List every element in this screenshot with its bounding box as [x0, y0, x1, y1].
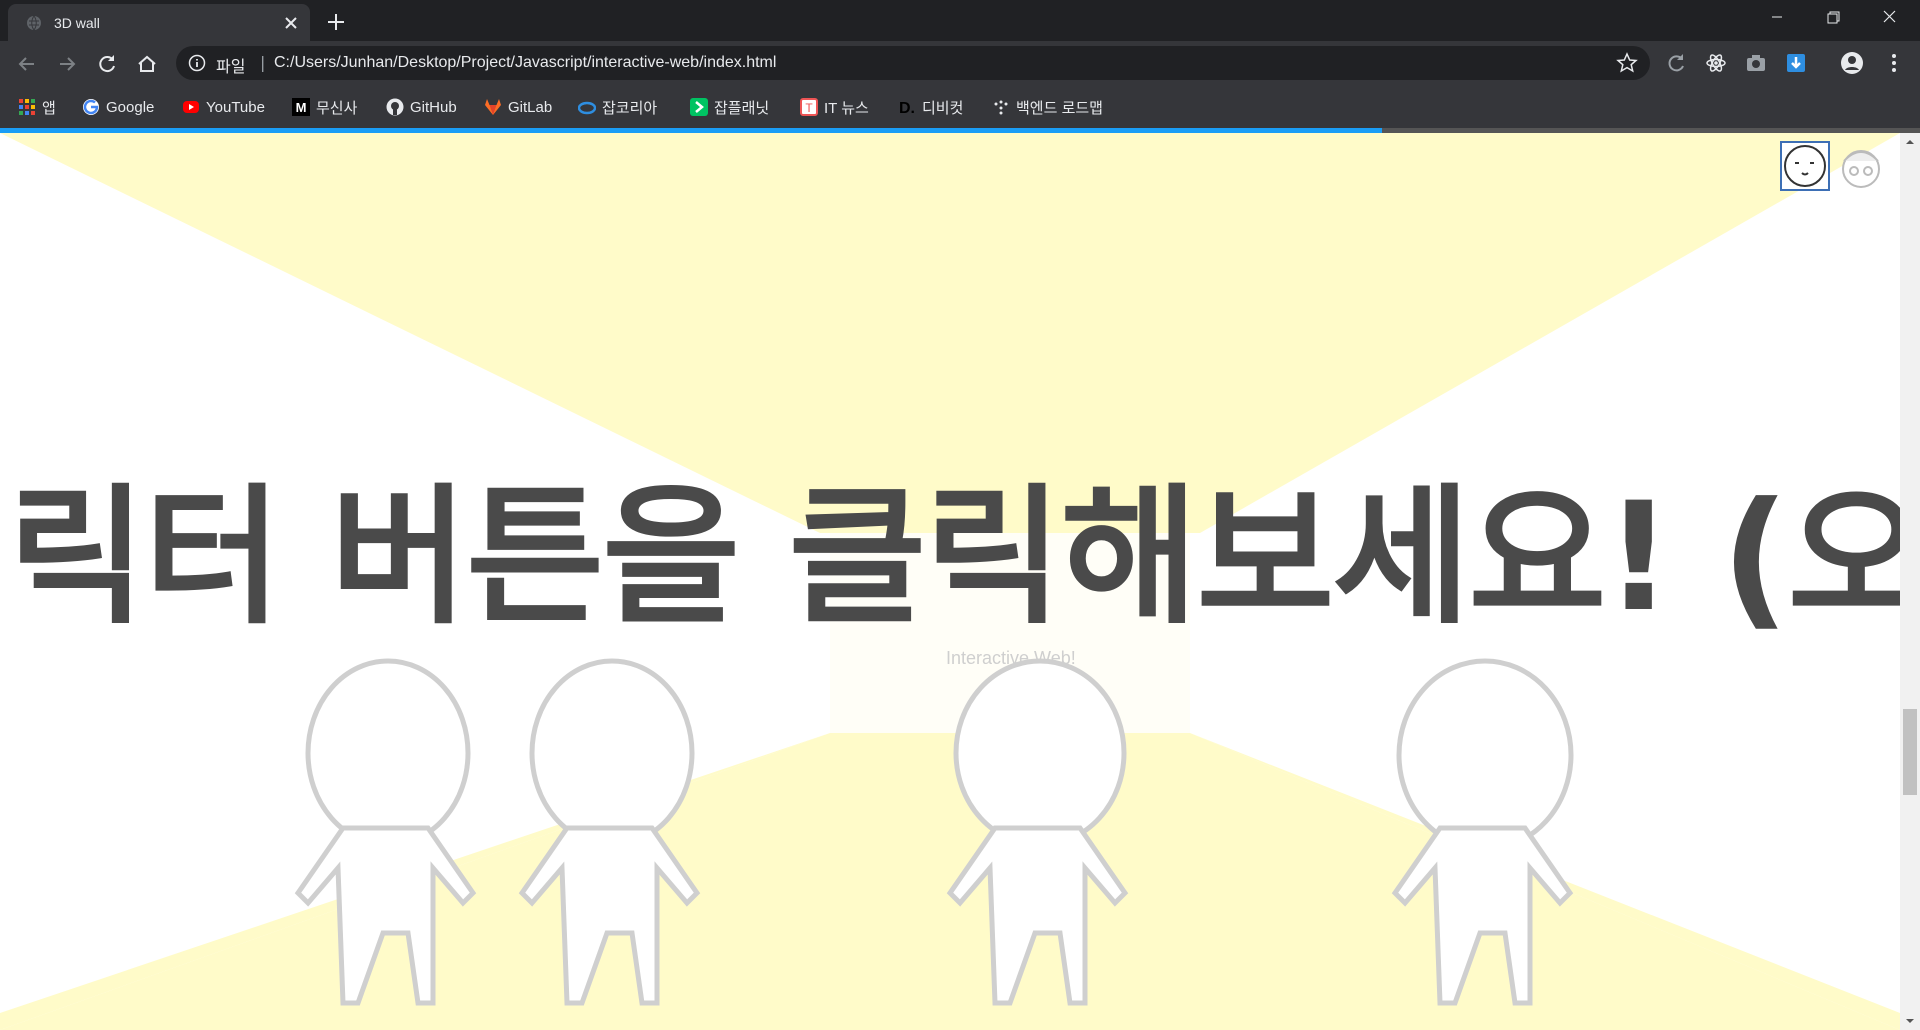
character-face-icon	[1784, 145, 1826, 187]
reload-icon[interactable]	[94, 51, 120, 77]
svg-text:D.: D.	[899, 100, 915, 116]
profile-icon[interactable]	[1840, 51, 1864, 75]
bookmark-musinsa[interactable]: M 무신사	[292, 95, 357, 119]
google-icon	[83, 99, 99, 115]
react-devtools-icon[interactable]	[1704, 51, 1728, 75]
scroll-up-icon[interactable]	[1900, 135, 1920, 149]
jobplanet-icon	[690, 98, 708, 116]
bookmark-star-icon[interactable]	[1616, 52, 1638, 74]
refresh-extension-icon[interactable]	[1664, 51, 1688, 75]
youtube-icon	[183, 101, 199, 113]
page-viewport: Interactive Web! 릭터 버튼을 클릭해보세요! (오른쪽	[0, 133, 1900, 1030]
bookmark-label: GitHub	[410, 98, 457, 116]
tab-3d-wall[interactable]: 3D wall	[8, 4, 310, 41]
tab-title: 3D wall	[54, 15, 100, 31]
bookmark-label: 백엔드 로드맵	[1016, 99, 1103, 117]
bookmark-youtube[interactable]: YouTube	[182, 95, 265, 119]
bookmark-roadmap[interactable]: 백엔드 로드맵	[992, 95, 1103, 119]
bookmark-label: 무신사	[316, 99, 358, 117]
apps-grid-icon	[19, 99, 35, 115]
minimize-icon[interactable]	[1754, 0, 1800, 34]
character-figure-3[interactable]	[946, 658, 1129, 1006]
bookmark-label: Google	[106, 98, 155, 116]
address-bar[interactable]: 파일 | C:/Users/Junhan/Desktop/Project/Jav…	[176, 46, 1650, 80]
bookmark-it-news[interactable]: T IT 뉴스	[800, 95, 869, 119]
menu-icon[interactable]	[1882, 51, 1906, 75]
camera-icon[interactable]	[1744, 51, 1768, 75]
download-icon[interactable]	[1784, 51, 1808, 75]
separator: |	[260, 53, 266, 72]
page-scrollbar[interactable]	[1900, 133, 1920, 1030]
bookmark-label: 잡플래닛	[714, 99, 770, 117]
new-tab-icon[interactable]	[324, 10, 348, 34]
gitlab-icon	[485, 99, 501, 115]
character-hat-face-icon	[1842, 150, 1880, 188]
info-icon[interactable]	[188, 54, 206, 72]
bookmark-gitlab[interactable]: GitLab	[484, 95, 552, 119]
character-select-button-2[interactable]	[1836, 141, 1886, 191]
github-icon	[386, 98, 404, 116]
bookmark-label: 앱	[42, 99, 56, 117]
bookmark-apps[interactable]: 앱	[18, 95, 56, 119]
home-icon[interactable]	[134, 51, 160, 77]
browser-toolbar: 파일 | C:/Users/Junhan/Desktop/Project/Jav…	[0, 41, 1920, 86]
dbcut-icon: D.	[899, 100, 915, 116]
close-tab-icon[interactable]	[280, 12, 302, 34]
tab-strip: 3D wall	[0, 0, 1920, 41]
bookmark-github[interactable]: GitHub	[386, 95, 457, 119]
bookmark-label: 디비컷	[922, 99, 964, 117]
bookmark-label: YouTube	[206, 98, 265, 116]
bookmark-dbcut[interactable]: D. 디비컷	[898, 95, 963, 119]
scroll-thumb[interactable]	[1903, 709, 1917, 795]
bookmark-label: IT 뉴스	[824, 99, 869, 117]
bookmark-google[interactable]: Google	[82, 95, 154, 119]
bookmark-label: 잡코리아	[602, 99, 658, 117]
jobkorea-icon	[578, 101, 596, 115]
musinsa-icon: M	[292, 98, 310, 116]
restore-icon[interactable]	[1810, 0, 1856, 34]
instruction-banner-text: 릭터 버튼을 클릭해보세요! (오른쪽	[8, 471, 1900, 645]
back-icon[interactable]	[14, 51, 40, 77]
character-select-button-1[interactable]	[1780, 141, 1830, 191]
bookmarks-bar: 앱 Google YouTube M 무신사 GitHub GitLab 잡코리…	[0, 86, 1920, 128]
bookmark-label: GitLab	[508, 98, 553, 116]
svg-text:M: M	[296, 100, 307, 115]
forward-icon[interactable]	[54, 51, 80, 77]
scroll-down-icon[interactable]	[1900, 1014, 1920, 1028]
scheme-label: 파일	[216, 57, 246, 76]
url-text[interactable]: C:/Users/Junhan/Desktop/Project/Javascri…	[274, 54, 776, 72]
it-news-icon: T	[800, 98, 818, 116]
character-figure-2[interactable]	[518, 658, 701, 1006]
character-figure-4[interactable]	[1391, 658, 1574, 1006]
roadmap-icon	[994, 100, 1008, 115]
svg-text:T: T	[805, 101, 813, 115]
bookmark-jobkorea[interactable]: 잡코리아	[578, 95, 657, 119]
bookmark-jobplanet[interactable]: 잡플래닛	[690, 95, 769, 119]
globe-icon	[27, 15, 41, 31]
character-figure-1[interactable]	[294, 658, 477, 1006]
close-icon[interactable]	[1866, 0, 1912, 34]
